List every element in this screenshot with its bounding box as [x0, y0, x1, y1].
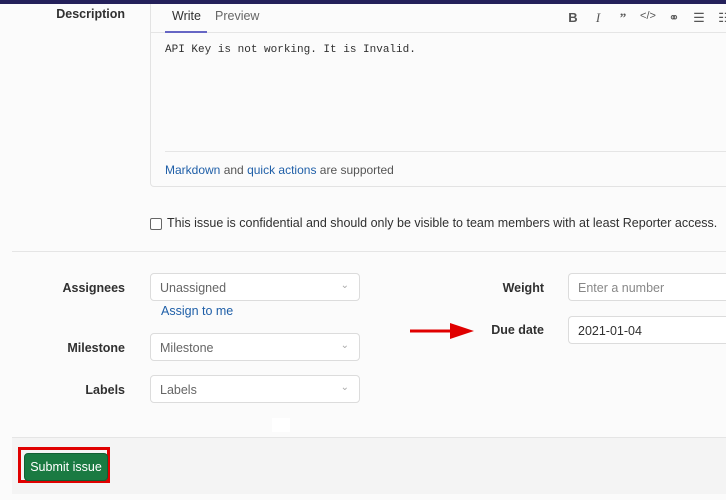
markdown-hint: Markdown and quick actions are supported: [165, 163, 394, 177]
description-editor: Write Preview B I ” </> ⚭ ☰ ☷ API Key is…: [150, 4, 726, 187]
assignees-label: Assignees: [62, 281, 125, 295]
markdown-link[interactable]: Markdown: [165, 163, 220, 177]
active-tab-indicator: [165, 31, 207, 33]
quick-actions-link[interactable]: quick actions: [247, 163, 316, 177]
blank-patch: [272, 418, 290, 432]
labels-select[interactable]: Labels ⌄: [150, 375, 360, 403]
code-icon[interactable]: </>: [640, 10, 656, 22]
milestone-label: Milestone: [67, 341, 125, 355]
numbered-list-icon[interactable]: ☷: [716, 10, 726, 26]
form-footer: [12, 437, 726, 494]
due-date-input[interactable]: 2021-01-04: [568, 316, 726, 344]
weight-input[interactable]: Enter a number: [568, 273, 726, 301]
link-icon[interactable]: ⚭: [666, 10, 682, 26]
labels-label: Labels: [85, 383, 125, 397]
description-textarea[interactable]: API Key is not working. It is Invalid.: [165, 44, 416, 56]
editor-divider: [165, 151, 726, 152]
editor-tabs: Write Preview B I ” </> ⚭ ☰ ☷: [151, 4, 726, 33]
submit-issue-button[interactable]: Submit issue: [24, 453, 108, 481]
quote-icon[interactable]: ”: [615, 10, 631, 26]
section-divider: [12, 251, 726, 252]
weight-label: Weight: [502, 281, 544, 295]
assignees-select[interactable]: Unassigned ⌄: [150, 273, 360, 301]
chevron-down-icon: ⌄: [340, 382, 349, 393]
description-label: Description: [56, 7, 125, 21]
tab-write[interactable]: Write: [172, 9, 201, 23]
tab-preview[interactable]: Preview: [215, 9, 259, 23]
bullet-list-icon[interactable]: ☰: [691, 10, 707, 26]
due-date-label: Due date: [491, 323, 544, 337]
chevron-down-icon: ⌄: [340, 340, 349, 351]
milestone-select[interactable]: Milestone ⌄: [150, 333, 360, 361]
bold-icon[interactable]: B: [565, 10, 581, 25]
confidential-label: This issue is confidential and should on…: [167, 216, 718, 230]
confidential-checkbox[interactable]: [150, 218, 162, 230]
chevron-down-icon: ⌄: [340, 280, 349, 291]
assign-to-me-link[interactable]: Assign to me: [161, 304, 233, 318]
italic-icon[interactable]: I: [590, 10, 606, 26]
